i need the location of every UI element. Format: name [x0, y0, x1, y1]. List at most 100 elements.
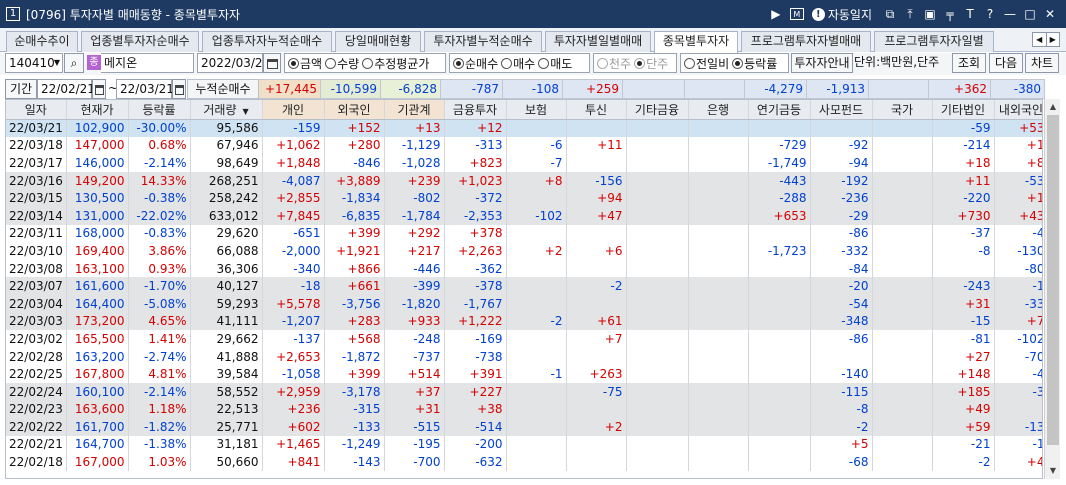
chart-button[interactable]: 차트 [1025, 53, 1059, 73]
search-icon[interactable]: ⌕ [64, 53, 84, 73]
table-row[interactable]: 22/02/24 160,100 -2.14% 58,552 +2,959 -3,178 +… [6, 382, 1042, 401]
table-row[interactable]: 22/03/16 149,200 14.33% 268,251 -4,087 +3,889… [6, 171, 1042, 190]
radio-net-buy[interactable]: 순매수 [453, 55, 498, 72]
header-government[interactable]: 국가 [872, 100, 933, 120]
tab-investor-cumulative[interactable]: 투자자별누적순매수 [424, 31, 542, 52]
save-icon[interactable]: ▣ [920, 4, 940, 24]
cell-other-corp: -21 [932, 435, 995, 454]
table-row[interactable]: 22/03/08 163,100 0.93% 36,306 -340 +866 -446 -3… [6, 259, 1042, 278]
date-input[interactable]: 2022/03/21 [197, 53, 270, 73]
radio-single-shares[interactable]: 단주 [634, 55, 668, 72]
header-bank[interactable]: 은행 [688, 100, 749, 120]
cell-pension: -729 [748, 136, 811, 155]
table-row[interactable]: 22/03/21 102,900 -30.00% 95,586 -159 +152 +13 +… [6, 119, 1042, 137]
next-button[interactable]: 다음 [989, 53, 1023, 73]
header-institution[interactable]: 기관계 [384, 100, 445, 120]
tab-stock-investor[interactable]: 종목별투자자 [654, 31, 738, 53]
header-date[interactable]: 일자 [6, 100, 67, 120]
cell-private-fund: -20 [810, 277, 873, 295]
minimize-icon[interactable]: — [1000, 4, 1020, 24]
period-from-input[interactable]: 22/02/21 [37, 79, 95, 99]
radio-amount[interactable]: 금액 [288, 55, 322, 72]
header-other-corp[interactable]: 기타법인 [932, 100, 995, 120]
font-icon[interactable]: T [960, 4, 980, 24]
table-row[interactable]: 22/03/03 173,200 4.65% 41,111 -1,207 +283 +933… [6, 312, 1042, 331]
export-icon[interactable]: ⤒ [900, 4, 920, 24]
radio-change-rate[interactable]: 등락률 [732, 55, 777, 72]
stock-code-input[interactable]: 140410 ▼ [5, 53, 63, 73]
header-individual[interactable]: 개인 [262, 100, 325, 120]
calendar-from-icon[interactable] [92, 79, 106, 99]
table-row[interactable]: 22/03/14 131,000 -22.02% 633,012 +7,845 -6,83… [6, 206, 1042, 225]
pin-icon[interactable]: ╤ [940, 4, 960, 24]
table-row[interactable]: 22/02/18 167,000 1.03% 50,660 +841 -143 -700 -6… [6, 453, 1042, 471]
tab-sector-cumulative[interactable]: 업종투자자누적순매수 [202, 31, 332, 52]
header-investment-trust[interactable]: 투신 [566, 100, 627, 120]
play-icon[interactable]: ▶ [766, 4, 786, 24]
table-row[interactable]: 22/03/07 161,600 -1.70% 40,127 -18 +661 -399 -3… [6, 277, 1042, 295]
dropdown-icon[interactable]: ▼ [54, 54, 60, 72]
stock-name-field[interactable]: 메지온 [101, 53, 194, 73]
table-row[interactable]: 22/02/25 167,800 4.81% 39,584 -1,058 +399 +514… [6, 365, 1042, 383]
table-row[interactable]: 22/03/10 169,400 3.86% 66,088 -2,000 +1,921 +2… [6, 242, 1042, 260]
window-number-icon[interactable]: 1 [6, 7, 20, 21]
period-to-input[interactable]: 22/03/21 [116, 79, 174, 99]
table-row[interactable]: 22/03/17 146,000 -2.14% 98,649 +1,848 -846 -1,… [6, 154, 1042, 172]
table-row[interactable]: 22/03/15 130,500 -0.38% 258,242 +2,855 -1,834… [6, 189, 1042, 207]
table-row[interactable]: 22/03/04 164,400 -5.08% 59,293 +5,578 -3,756-… [6, 294, 1042, 313]
tab-prev-icon[interactable]: ◀ [1033, 33, 1047, 46]
table-row[interactable]: 22/02/28 163,200 -2.74% 41,888 +2,653 -1,872-… [6, 347, 1042, 366]
scroll-up-icon[interactable]: ▲ [1045, 99, 1061, 115]
tab-program-daily[interactable]: 프로그램투자자일별 [874, 31, 994, 52]
table-row[interactable]: 22/03/18 147,000 0.68% 67,946 +1,062 +280 -1,1… [6, 136, 1042, 155]
screen-icon[interactable]: M [789, 8, 804, 20]
cell-volume: 41,888 [190, 347, 263, 366]
tab-daily-trading[interactable]: 당일매매현황 [335, 31, 421, 52]
table-row[interactable]: 22/02/21 164,700 -1.38% 31,181 +1,465 -1,249-… [6, 435, 1042, 454]
close-icon[interactable]: ✕ [1040, 4, 1060, 24]
cell-date: 22/02/25 [6, 365, 67, 383]
tab-program-investor[interactable]: 프로그램투자자별매매 [741, 31, 871, 52]
cell-government [872, 259, 933, 278]
tab-investor-daily[interactable]: 투자자별일별매매 [545, 31, 651, 52]
cell-domestic-foreign: +7 [994, 312, 1042, 331]
query-button[interactable]: 조회 [952, 53, 986, 73]
radio-thousand-shares[interactable]: 천주 [597, 55, 631, 72]
header-pension[interactable]: 연기금등 [748, 100, 811, 120]
calendar-to-icon[interactable] [172, 79, 186, 99]
tab-sector-investor-net-buy[interactable]: 업종별투자자순매수 [81, 31, 199, 52]
sync-toggle[interactable]: ! 자동일지 [811, 6, 872, 23]
link-icon[interactable]: ⧉ [880, 4, 900, 24]
cell-price: 130,500 [66, 189, 129, 207]
header-foreign[interactable]: 외국인 [324, 100, 385, 120]
investor-guide-button[interactable]: 투자자안내 [791, 53, 853, 73]
header-financial-invest[interactable]: 금융투자 [444, 100, 507, 120]
cell-institution: +217 [384, 242, 445, 260]
header-change-rate[interactable]: 등락률 [128, 100, 191, 120]
table-row[interactable]: 22/03/02 165,500 1.41% 29,662 -137 +568 -248 -1… [6, 330, 1042, 348]
header-other-finance[interactable]: 기타금융 [626, 100, 689, 120]
header-private-fund[interactable]: 사모펀드 [810, 100, 873, 120]
vertical-scrollbar[interactable]: ▲ ▼ [1044, 99, 1060, 479]
radio-quantity[interactable]: 수량 [325, 55, 359, 72]
calendar-icon[interactable] [263, 53, 281, 73]
help-icon[interactable]: ? [980, 4, 1000, 24]
radio-buy[interactable]: 매수 [501, 55, 535, 72]
radio-avg-price[interactable]: 추정평균가 [362, 55, 429, 72]
radio-sell[interactable]: 매도 [538, 55, 572, 72]
sort-icon[interactable]: ▼ [242, 107, 248, 116]
header-domestic-foreign[interactable]: 내외국인 [994, 100, 1042, 120]
header-price[interactable]: 현재가 [66, 100, 129, 120]
radio-prev-day[interactable]: 전일비 [684, 55, 729, 72]
scroll-thumb[interactable] [1047, 115, 1059, 445]
maximize-icon[interactable]: □ [1020, 4, 1040, 24]
table-row[interactable]: 22/03/11 168,000 -0.83% 29,620 -651 +399 +292 +… [6, 224, 1042, 243]
table-row[interactable]: 22/02/23 163,600 1.18% 22,513 +236 -315 +31 +38… [6, 400, 1042, 419]
scroll-down-icon[interactable]: ▼ [1045, 463, 1061, 479]
table-row[interactable]: 22/02/22 161,700 -1.82% 25,771 +602 -133 -515-… [6, 418, 1042, 436]
tab-next-icon[interactable]: ▶ [1047, 33, 1060, 46]
cell-other-finance [626, 189, 689, 207]
header-insurance[interactable]: 보험 [506, 100, 567, 120]
tab-net-buy-trend[interactable]: 순매수추이 [6, 31, 78, 52]
header-volume[interactable]: 거래량 ▼ [190, 100, 263, 120]
